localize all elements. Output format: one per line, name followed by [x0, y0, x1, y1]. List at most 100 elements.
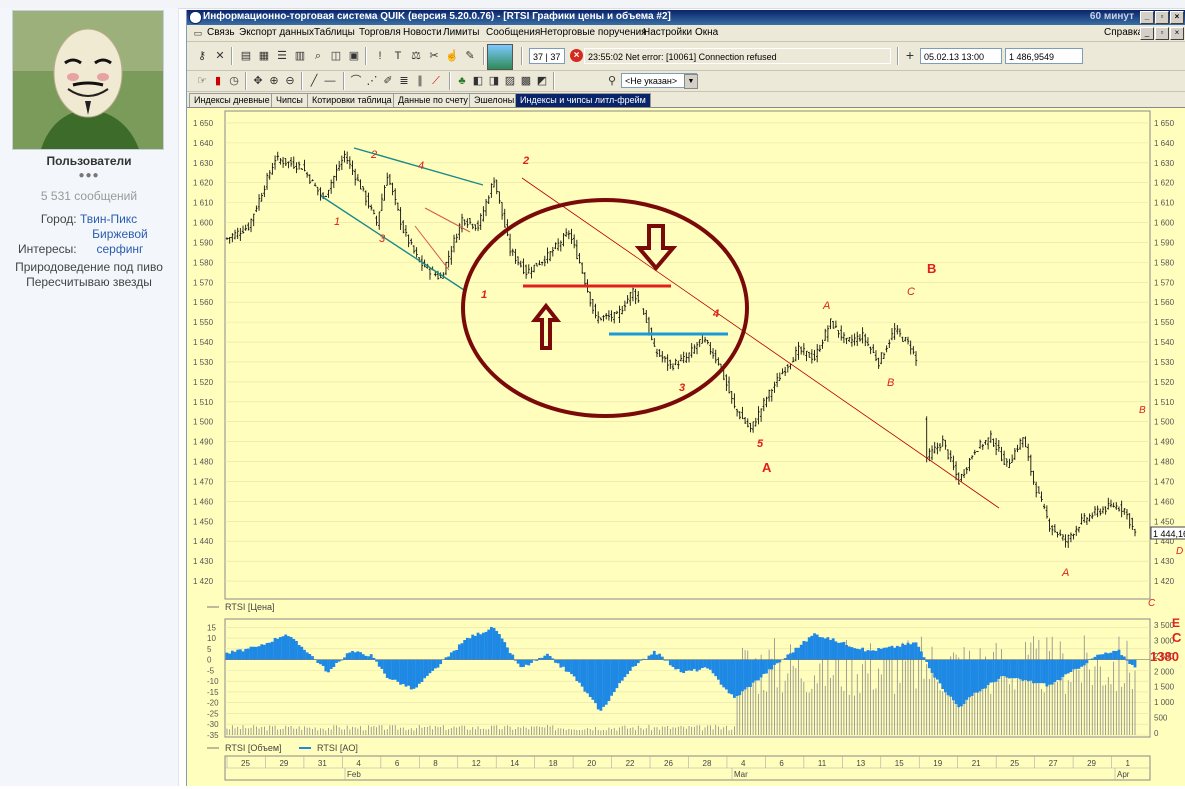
ao-bar	[439, 660, 442, 664]
menu-item-limits[interactable]: Лимиты	[443, 27, 479, 38]
menu-item-connection[interactable]: Связь	[207, 27, 235, 38]
child-minimize-button[interactable]: _	[1140, 27, 1154, 40]
minimize-button[interactable]: _	[1140, 11, 1154, 24]
menu-item-export[interactable]: Экспорт данных	[239, 27, 314, 38]
ao-bar	[701, 660, 704, 668]
close-button[interactable]: ×	[1170, 11, 1184, 24]
ao-bar	[602, 660, 605, 707]
hobby-line: Природоведение под пиво	[0, 260, 178, 274]
ao-bar	[808, 637, 811, 659]
ao-bar	[527, 660, 530, 666]
ao-bar	[661, 657, 664, 660]
orders-icon[interactable]: ☰	[275, 49, 289, 63]
zoom-out-icon[interactable]: ⊖	[283, 74, 297, 88]
alert-icon[interactable]: !	[373, 49, 387, 63]
tab-indices-daily[interactable]: Индексы дневные	[189, 93, 275, 107]
ao-bar	[682, 660, 685, 673]
hline-icon[interactable]: —	[323, 74, 337, 88]
menu-item-trading[interactable]: Торговля	[359, 27, 401, 38]
chart-print-icon[interactable]: ▨	[503, 74, 517, 88]
rtsi-chart[interactable]: 1 4201 4201 4301 4301 4401 4401 4501 450…	[187, 108, 1185, 786]
chart-edit-icon[interactable]: ◩	[535, 74, 549, 88]
bar-chart-icon[interactable]: ▮	[211, 74, 225, 88]
indicator-tick-label: 5	[207, 645, 212, 654]
menu-item-help[interactable]: Справка	[1104, 27, 1143, 38]
move-icon[interactable]: ✥	[251, 74, 265, 88]
ao-bar	[650, 654, 653, 659]
ao-bar	[917, 647, 920, 660]
user-avatar[interactable]	[12, 10, 164, 150]
picture-icon[interactable]	[487, 44, 513, 70]
ao-bar	[490, 627, 493, 660]
arc-icon[interactable]: ⌒	[349, 74, 363, 88]
ao-bar	[530, 660, 533, 663]
text-icon[interactable]: T	[391, 49, 405, 63]
clock-icon[interactable]: ◷	[227, 74, 241, 88]
tools-icon[interactable]: ✎	[463, 49, 477, 63]
ao-bar	[308, 654, 311, 660]
tab-indices-chips-little[interactable]: Индексы и чипсы литл-фрейм	[515, 93, 651, 107]
price-tick-label: 1 600	[193, 219, 214, 228]
ray-icon[interactable]: ⟋	[429, 74, 443, 88]
ao-bar	[1099, 654, 1102, 659]
table-icon[interactable]: ▤	[239, 49, 253, 63]
scales-icon[interactable]: ⚖	[409, 49, 423, 63]
menu-item-news[interactable]: Новости	[403, 27, 442, 38]
key-select-icon[interactable]: ⚲	[605, 74, 619, 88]
ao-bar	[351, 651, 354, 660]
stop-order-icon[interactable]: ◫	[329, 49, 343, 63]
pointer-hand-icon[interactable]: ☞	[195, 74, 209, 88]
menu-item-messages[interactable]: Сообщения	[486, 27, 540, 38]
ao-bar	[810, 636, 813, 660]
trades-icon[interactable]: ▥	[293, 49, 307, 63]
child-restore-button[interactable]: ▫	[1155, 27, 1169, 40]
hand-icon[interactable]: ☝	[445, 49, 459, 63]
username[interactable]: Пользователи	[0, 154, 178, 168]
quotes-icon[interactable]: ▦	[257, 49, 271, 63]
ao-bar	[1024, 660, 1027, 680]
price-tick-label: 1 450	[1154, 517, 1175, 526]
post-count: 5 531 сообщений	[0, 189, 178, 203]
chart-copy-icon[interactable]: ◨	[487, 74, 501, 88]
fan-icon[interactable]: ⋰	[365, 74, 379, 88]
indicator-tick-label: 15	[207, 623, 216, 632]
search-icon[interactable]: ⌕	[311, 49, 325, 63]
quik-app-icon	[189, 11, 202, 24]
mdi-doc-icon[interactable]: ▭	[191, 26, 205, 40]
ao-bar	[343, 657, 346, 659]
ao-bar	[797, 648, 800, 660]
tab-account-data[interactable]: Данные по счету	[393, 93, 473, 107]
ao-bar	[287, 636, 290, 660]
ao-bar	[789, 653, 792, 659]
menu-item-tables[interactable]: Таблицы	[314, 27, 355, 38]
menu-item-settings[interactable]: Настройки	[643, 27, 692, 38]
maximize-button[interactable]: ▫	[1155, 11, 1169, 24]
ao-bar	[928, 660, 931, 669]
ao-bar	[610, 660, 613, 696]
trendline-icon[interactable]: ╱	[307, 74, 321, 88]
chart-window-icon[interactable]: ◧	[471, 74, 485, 88]
channel-icon[interactable]: ∥	[413, 74, 427, 88]
menu-item-nontrading[interactable]: Неторговые поручения	[540, 27, 647, 38]
tab-echelons[interactable]: Эшелоны	[469, 93, 519, 107]
menu-item-windows[interactable]: Окна	[695, 27, 718, 38]
ao-bar	[370, 654, 373, 659]
pen-icon[interactable]: ✐	[381, 74, 395, 88]
chevron-down-icon[interactable]: ▼	[684, 74, 698, 89]
portfolio-icon[interactable]: ▣	[347, 49, 361, 63]
zoom-in-icon[interactable]: ⊕	[267, 74, 281, 88]
scissors-icon[interactable]: ✂	[427, 49, 441, 63]
disconnect-icon[interactable]: ✕	[213, 49, 227, 63]
fibo-icon[interactable]: ≣	[397, 74, 411, 88]
tree-icon[interactable]: ♣	[455, 74, 469, 88]
price-tick-label: 1 490	[193, 438, 214, 447]
chart-save-icon[interactable]: ▩	[519, 74, 533, 88]
tab-quotes-table[interactable]: Котировки таблица	[307, 93, 397, 107]
ao-bar	[1008, 660, 1011, 679]
crosshair-plus-icon[interactable]: +	[903, 48, 917, 62]
chart-window[interactable]: 1 4201 4201 4301 4301 4401 4401 4501 450…	[187, 108, 1185, 786]
key-icon[interactable]: ⚷	[195, 49, 209, 63]
window-titlebar[interactable]: Информационно-торговая система QUIK (вер…	[187, 10, 1185, 25]
tab-chips[interactable]: Чипсы	[271, 93, 308, 107]
child-close-button[interactable]: ×	[1170, 27, 1184, 40]
